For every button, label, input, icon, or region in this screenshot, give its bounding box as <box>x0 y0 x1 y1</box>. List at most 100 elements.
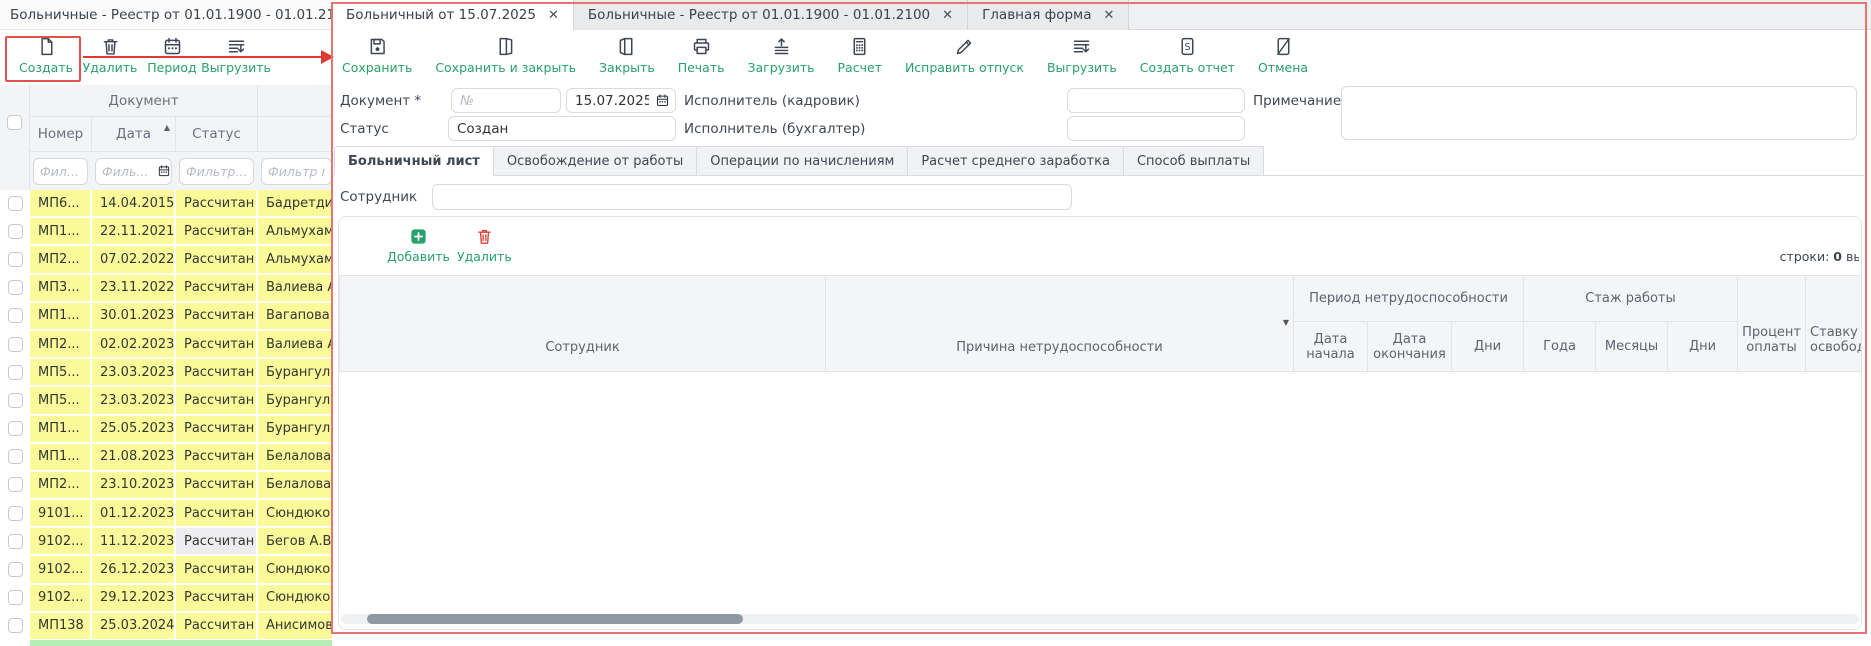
cell-status[interactable]: Рассчитан <box>176 331 258 357</box>
tab-work-release[interactable]: Освобождение от работы <box>494 146 697 176</box>
create-button[interactable]: Создать <box>14 36 78 75</box>
row-checkbox[interactable] <box>8 421 23 436</box>
document-number-input[interactable] <box>451 88 561 113</box>
grid-col-employee[interactable]: Сотрудник <box>340 276 826 372</box>
cell-number[interactable]: МП138 <box>30 613 92 639</box>
filter-status-input[interactable] <box>179 158 254 185</box>
column-header-number[interactable]: Номер <box>30 117 92 151</box>
table-row[interactable]: МП1... 22.11.2021 Рассчитан Альмухаме <box>0 218 336 244</box>
cell-status[interactable]: Рассчитан <box>176 359 258 385</box>
cell-date[interactable]: 23.03.2023 <box>92 387 176 413</box>
grid-col-release-rate[interactable]: Ставку освободит <box>1806 276 1862 372</box>
cell-name[interactable]: Анисимова <box>258 613 336 639</box>
cell-status[interactable]: Рассчитан <box>176 444 258 470</box>
grid-col-end-date[interactable]: Дата окончания <box>1368 322 1452 372</box>
row-checkbox[interactable] <box>8 449 23 464</box>
cell-name[interactable]: Бурангулов <box>258 387 336 413</box>
cell-name[interactable]: Сюндюкова <box>258 556 336 582</box>
cell-number[interactable]: 9101... <box>30 500 92 526</box>
cell-name[interactable]: Альмухаме <box>258 246 336 272</box>
cell-name[interactable]: Бурангулов <box>258 359 336 385</box>
cell-name[interactable]: Белалова В <box>258 472 336 498</box>
horizontal-scrollbar[interactable] <box>341 614 1859 624</box>
close-tab-icon[interactable]: ✕ <box>548 8 559 23</box>
delete-button[interactable]: Удалить <box>78 36 142 75</box>
table-row[interactable]: МП2... 23.10.2023 Рассчитан Белалова В <box>0 472 336 498</box>
cell-name[interactable]: Бегов А.В. ( <box>258 528 336 554</box>
create-report-button[interactable]: S Создать отчет <box>1140 32 1235 75</box>
cell-status[interactable]: Рассчитан <box>176 585 258 611</box>
table-row[interactable]: МП1... 30.01.2023 Рассчитан Вагапова В <box>0 303 336 329</box>
delete-row-button[interactable]: Удалить <box>457 227 512 264</box>
column-header-name[interactable] <box>258 117 336 151</box>
add-row-button[interactable]: Добавить <box>387 227 450 264</box>
grid-col-start-date[interactable]: Дата начала <box>1294 322 1368 372</box>
tab-main-form[interactable]: Главная форма ✕ <box>968 0 1129 30</box>
fix-vacation-button[interactable]: Исправить отпуск <box>905 32 1024 75</box>
cell-number[interactable]: МП2... <box>30 472 92 498</box>
cancel-button[interactable]: Отмена <box>1258 32 1308 75</box>
close-tab-icon[interactable]: ✕ <box>1104 8 1115 23</box>
cell-status[interactable]: Рассчитан <box>176 528 258 554</box>
table-row[interactable]: МП1... 25.05.2023 Рассчитан Бурангулов <box>0 416 336 442</box>
tab-registry-background[interactable]: Больничные - Реестр от 01.01.1900 - 01.0… <box>574 0 968 30</box>
cell-status[interactable]: Рассчитан <box>176 246 258 272</box>
cell-status[interactable]: Рассчитан <box>176 556 258 582</box>
cell-status[interactable]: Рассчитан <box>176 190 258 216</box>
cell-date[interactable]: 23.11.2022 <box>92 275 176 301</box>
tab-sickleave-sheet[interactable]: Больничный лист <box>334 146 494 176</box>
table-row[interactable]: МП2... 07.02.2022 Рассчитан Альмухаме <box>0 246 336 272</box>
cell-number[interactable]: МП1... <box>30 416 92 442</box>
cell-name[interactable]: Сюндюкова <box>258 500 336 526</box>
close-button[interactable]: Закрыть <box>599 32 655 75</box>
grid-col-disability-reason[interactable]: Причина нетрудоспособности ▼ <box>826 276 1294 372</box>
cell-status[interactable]: Рассчитан <box>176 218 258 244</box>
cell-date[interactable]: 07.02.2022 <box>92 246 176 272</box>
cell-number[interactable]: МП6... <box>30 190 92 216</box>
export-button[interactable]: Выгрузить <box>204 36 268 75</box>
employee-input[interactable] <box>432 184 1072 210</box>
row-checkbox[interactable] <box>8 506 23 521</box>
cell-number[interactable]: МП3... <box>30 275 92 301</box>
cell-status[interactable]: Рассчитан <box>176 303 258 329</box>
table-row[interactable]: 9102... 26.12.2023 Рассчитан Сюндюкова <box>0 556 336 582</box>
select-all-checkbox[interactable] <box>7 115 22 130</box>
cell-status[interactable]: Рассчитан <box>176 472 258 498</box>
cell-number[interactable]: МП5... <box>30 387 92 413</box>
calc-button[interactable]: Расчет <box>838 32 882 75</box>
row-checkbox[interactable] <box>8 562 23 577</box>
table-row[interactable]: МП5... 23.03.2023 Рассчитан Бурангулов <box>0 387 336 413</box>
cell-number[interactable]: 9102... <box>30 585 92 611</box>
column-header-date[interactable]: Дата▲ <box>92 117 176 151</box>
accountant-executor-input[interactable] <box>1067 116 1245 141</box>
save-button[interactable]: Сохранить <box>342 32 412 75</box>
cell-date[interactable]: 21.08.2023 <box>92 444 176 470</box>
filter-number-input[interactable] <box>33 158 88 185</box>
cell-date[interactable]: 30.01.2023 <box>92 303 176 329</box>
cell-number[interactable]: МП2... <box>30 331 92 357</box>
table-row[interactable]: МП6... 14.04.2015 Рассчитан Бадретдино <box>0 190 336 216</box>
save-and-close-button[interactable]: Сохранить и закрыть <box>435 32 576 75</box>
table-row[interactable]: МП138 25.03.2024 Рассчитан Анисимова <box>0 613 336 639</box>
row-checkbox[interactable] <box>8 337 23 352</box>
cell-date[interactable]: 22.11.2021 <box>92 218 176 244</box>
cell-date[interactable]: 25.03.2024 <box>92 613 176 639</box>
grid-col-days[interactable]: Дни <box>1452 322 1524 372</box>
row-checkbox[interactable] <box>8 196 23 211</box>
cell-number[interactable]: МП1... <box>30 444 92 470</box>
table-row[interactable]: 9102... 11.12.2023 Рассчитан Бегов А.В. … <box>0 528 336 554</box>
cell-date[interactable]: 01.12.2023 <box>92 500 176 526</box>
cell-status[interactable]: Рассчитан <box>176 416 258 442</box>
note-textarea[interactable] <box>1341 86 1857 140</box>
cell-name[interactable]: Сюндюкова <box>258 585 336 611</box>
tab-accrual-operations[interactable]: Операции по начислениям <box>697 146 908 176</box>
cell-date[interactable]: 23.10.2023 <box>92 472 176 498</box>
cell-status[interactable]: Рассчитан <box>176 613 258 639</box>
row-checkbox[interactable] <box>8 590 23 605</box>
cell-name[interactable]: Вагапова В <box>258 303 336 329</box>
hr-executor-input[interactable] <box>1067 88 1245 113</box>
tab-average-earnings[interactable]: Расчет среднего заработка <box>908 146 1124 176</box>
period-button[interactable]: Период <box>140 36 204 75</box>
row-checkbox[interactable] <box>8 252 23 267</box>
row-checkbox[interactable] <box>8 534 23 549</box>
